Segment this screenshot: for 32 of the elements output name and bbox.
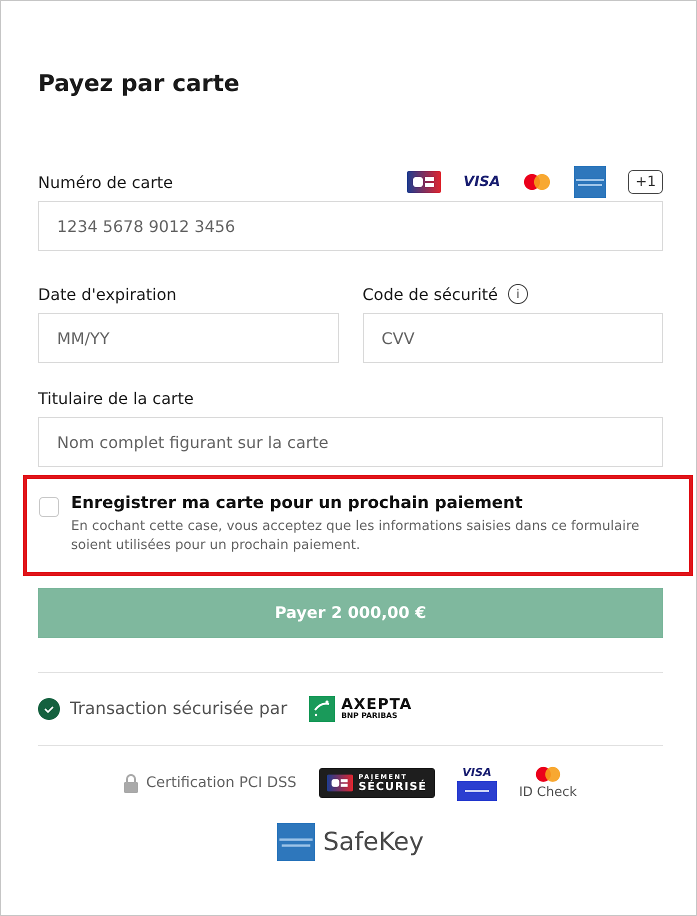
check-circle-icon (38, 698, 60, 720)
amex-logo-icon (574, 166, 606, 198)
id-check-text: ID Check (518, 784, 577, 800)
save-card-checkbox[interactable] (39, 497, 59, 517)
secured-by-text: Transaction sécurisée par (70, 698, 288, 719)
field-label: Titulaire de la carte (38, 388, 194, 408)
axepta-wordmark: AXEPTA (341, 697, 412, 712)
visa-secure-icon (456, 780, 497, 801)
field-label: Date d'expiration (38, 284, 177, 304)
padlock-icon (124, 773, 138, 794)
more-brands-badge: +1 (628, 170, 663, 194)
badge-text: SÉCURISÉ (358, 780, 427, 792)
cardholder-field[interactable]: Nom complet figurant sur la carte (38, 417, 663, 467)
mastercard-circles-icon (534, 766, 562, 783)
info-icon[interactable]: i (508, 284, 528, 304)
field-label: Numéro de carte (38, 172, 174, 192)
pci-dss-text: Certification PCI DSS (146, 775, 296, 792)
amex-logo-icon (277, 822, 316, 861)
cb-logo-icon (407, 171, 442, 193)
field-label: Code de sécurité (362, 284, 498, 304)
expiry-field[interactable]: MM/YY (38, 313, 338, 363)
safekey-wordmark: SafeKey (323, 827, 424, 856)
cb-logo-icon (326, 774, 352, 792)
security-code-field[interactable]: CVV (362, 313, 663, 363)
page-title: Payez par carte (38, 71, 240, 97)
save-card-description: En cochant cette case, vous acceptez que les informations saisies dans ce formulaire soient utilisées pour un prochain paiement. (71, 518, 640, 556)
axepta-logo-icon (309, 696, 336, 722)
visa-secure-logo: VISA (462, 766, 492, 779)
visa-logo: VISA (463, 174, 500, 190)
card-number-field[interactable]: 1234 5678 9012 3456 (38, 201, 663, 251)
mastercard-circles-icon (522, 173, 552, 191)
save-card-label: Enregistrer ma carte pour un prochain paiement (71, 493, 524, 512)
